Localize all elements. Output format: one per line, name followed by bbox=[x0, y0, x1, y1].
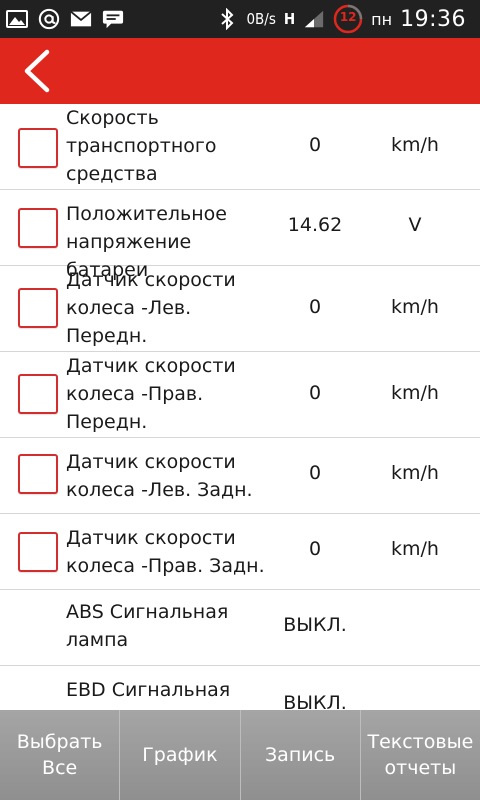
list-item[interactable]: Датчик скорости колеса -Прав. Передн. 0 … bbox=[0, 352, 480, 438]
graph-button[interactable]: График bbox=[120, 710, 241, 800]
parameter-list[interactable]: Скорость транспортного средства 0 km/h П… bbox=[0, 104, 480, 710]
param-value: 0 bbox=[308, 296, 322, 318]
notification-icons bbox=[0, 8, 124, 30]
battery-icon: 12 bbox=[333, 4, 363, 34]
record-button[interactable]: Запись bbox=[240, 710, 361, 800]
text-reports-button[interactable]: Текстовые отчеты bbox=[360, 710, 480, 800]
param-value: 0 bbox=[308, 538, 322, 560]
status-bar: 0B/s H 12 пн 19:36 bbox=[0, 0, 480, 38]
notification-count: 12 bbox=[339, 10, 357, 24]
row-checkbox[interactable] bbox=[18, 454, 58, 494]
net-speed: 0B/s bbox=[246, 10, 276, 28]
status-day: пн bbox=[371, 9, 393, 29]
param-name: ABS Сигнальная лампа bbox=[66, 601, 229, 651]
param-unit: km/h bbox=[391, 134, 439, 156]
list-item[interactable]: Датчик скорости колеса -Прав. Задн. 0 km… bbox=[0, 514, 480, 590]
status-time: 19:36 bbox=[400, 6, 466, 32]
list-item[interactable]: EBD Сигнальная ВЫКЛ. bbox=[0, 666, 480, 710]
net-type: H bbox=[283, 10, 296, 28]
param-value: ВЫКЛ. bbox=[283, 614, 347, 636]
param-value: ВЫКЛ. bbox=[283, 692, 347, 710]
param-unit: km/h bbox=[391, 296, 439, 318]
list-item[interactable]: Положительное напряжение батареи 14.62 V bbox=[0, 190, 480, 281]
image-icon bbox=[6, 8, 28, 30]
bluetooth-icon bbox=[216, 8, 238, 30]
back-button[interactable] bbox=[10, 44, 62, 98]
select-all-button[interactable]: Выбрать Все bbox=[0, 710, 121, 800]
param-name: Датчик скорости колеса -Прав. Передн. bbox=[66, 355, 236, 433]
param-value: 0 bbox=[308, 462, 322, 484]
mail-icon bbox=[70, 8, 92, 30]
list-item[interactable]: Датчик скорости колеса -Лев. Передн. 0 k… bbox=[0, 266, 480, 352]
list-item[interactable]: ABS Сигнальная лампа ВЫКЛ. bbox=[0, 590, 480, 666]
row-checkbox[interactable] bbox=[18, 128, 58, 168]
row-checkbox[interactable] bbox=[18, 288, 58, 328]
param-value: 0 bbox=[308, 382, 322, 404]
param-name: Датчик скорости колеса -Лев. Задн. bbox=[66, 451, 253, 501]
param-name: EBD Сигнальная bbox=[66, 679, 231, 701]
param-unit: km/h bbox=[391, 538, 439, 560]
param-name: Датчик скорости колеса -Лев. Передн. bbox=[66, 269, 236, 347]
param-unit: km/h bbox=[391, 462, 439, 484]
param-name: Скорость транспортного средства bbox=[66, 107, 217, 185]
at-icon bbox=[38, 8, 60, 30]
param-unit: km/h bbox=[391, 382, 439, 404]
signal-icon bbox=[303, 8, 325, 30]
param-name: Датчик скорости колеса -Прав. Задн. bbox=[66, 527, 265, 577]
chevron-left-icon bbox=[24, 49, 50, 93]
list-item[interactable]: Скорость транспортного средства 0 km/h bbox=[0, 104, 480, 190]
row-checkbox[interactable] bbox=[18, 208, 58, 248]
param-value: 14.62 bbox=[287, 214, 343, 236]
row-checkbox[interactable] bbox=[18, 532, 58, 572]
row-checkbox[interactable] bbox=[18, 374, 58, 414]
param-unit: V bbox=[408, 214, 422, 236]
chat-icon bbox=[102, 8, 124, 30]
param-value: 0 bbox=[308, 134, 322, 156]
app-header bbox=[0, 38, 480, 104]
bottom-toolbar: Выбрать Все График Запись Текстовые отче… bbox=[0, 710, 480, 800]
list-item[interactable]: Датчик скорости колеса -Лев. Задн. 0 km/… bbox=[0, 438, 480, 514]
